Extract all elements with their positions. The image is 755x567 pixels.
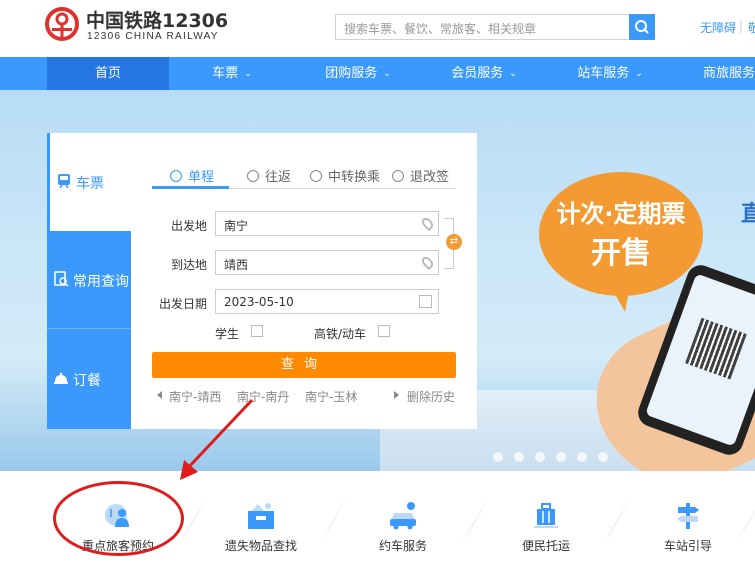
- radio-icon: [310, 170, 322, 182]
- carousel-dot[interactable]: [598, 452, 608, 462]
- service-station-guide[interactable]: 车站引导: [618, 471, 755, 567]
- mode-refund-change[interactable]: 退改签: [392, 166, 449, 185]
- nav-home[interactable]: 首页: [47, 57, 169, 90]
- carousel-dot[interactable]: [556, 452, 566, 462]
- nav-group-service[interactable]: 团购服务 ⌄: [295, 57, 421, 90]
- search-icon: [635, 20, 649, 34]
- location-pin-icon: [419, 215, 436, 232]
- annotation-circle: [53, 481, 184, 556]
- to-label: 到达地: [170, 258, 207, 272]
- history-next-icon[interactable]: [394, 391, 399, 399]
- lost-item-icon: [248, 503, 274, 529]
- from-label: 出发地: [170, 219, 207, 233]
- banner-subheadline: 开售: [591, 236, 651, 271]
- mode-round-trip[interactable]: 往返: [247, 166, 291, 185]
- banner-edge-text: 直: [741, 202, 755, 227]
- gaotie-checkbox[interactable]: [378, 325, 390, 337]
- search-button[interactable]: [629, 14, 655, 40]
- gaotie-label: 高铁/动车: [314, 327, 367, 341]
- header-next-link[interactable]: 敬: [748, 19, 755, 36]
- mode-one-way[interactable]: 单程: [170, 166, 214, 185]
- query-icon: [54, 270, 69, 287]
- service-luggage[interactable]: 便民托运: [476, 471, 616, 567]
- swap-stations-button[interactable]: ⇄: [446, 234, 462, 250]
- search-input[interactable]: 搜索车票、餐饮、常旅客、相关规章: [335, 14, 629, 40]
- history-prev-icon[interactable]: [157, 391, 162, 399]
- bell-icon: [54, 372, 68, 384]
- car-icon: [390, 502, 416, 530]
- calendar-icon: [419, 295, 432, 308]
- nav-tickets[interactable]: 车票 ⌄: [169, 57, 295, 90]
- carousel-dot[interactable]: [514, 452, 524, 462]
- query-button[interactable]: 查询: [152, 352, 456, 378]
- nav-business-service[interactable]: 商旅服务⌄: [673, 57, 755, 90]
- ticket-search-panel: 车票 常用查询 订餐 单程 往返 中转换乘 退改签 出发地 南宁 到达地 靖西 …: [47, 133, 477, 429]
- location-pin-icon: [419, 254, 436, 271]
- accessibility-link[interactable]: 无障碍: [700, 19, 736, 36]
- tab-order-meal[interactable]: 订餐: [47, 329, 131, 429]
- to-station-input[interactable]: 靖西: [215, 250, 439, 275]
- date-label: 出发日期: [158, 297, 207, 311]
- from-station-input[interactable]: 南宁: [215, 211, 439, 236]
- history-item[interactable]: 南宁-玉林: [305, 388, 357, 405]
- radio-icon: [170, 170, 182, 182]
- banner-headline: 计次·定期票: [556, 200, 686, 228]
- site-header: 中国铁路12306 12306 CHINA RAILWAY 搜索车票、餐饮、常旅…: [0, 0, 755, 57]
- nav-member-service[interactable]: 会员服务 ⌄: [421, 57, 547, 90]
- main-nav: 首页 车票⌄ 团购服务⌄ 会员服务⌄ 站车服务⌄ 商旅服务⌄: [0, 57, 755, 90]
- service-car-booking[interactable]: 约车服务: [333, 471, 473, 567]
- student-checkbox[interactable]: [251, 325, 263, 337]
- train-icon: [58, 174, 70, 189]
- nav-station-service[interactable]: 站车服务 ⌄: [547, 57, 673, 90]
- carousel-dot[interactable]: [493, 452, 503, 462]
- carousel-dot[interactable]: [535, 452, 545, 462]
- logo-title[interactable]: 中国铁路12306: [86, 6, 228, 33]
- chevron-down-icon: ⌄: [635, 69, 643, 79]
- clear-history-link[interactable]: 删除历史: [407, 388, 455, 405]
- speech-bubble-tail: [607, 280, 631, 312]
- logo-subtitle: 12306 CHINA RAILWAY: [87, 31, 219, 42]
- radio-icon: [392, 170, 404, 182]
- carousel-dot[interactable]: [577, 452, 587, 462]
- chevron-down-icon: ⌄: [509, 69, 517, 79]
- radio-icon: [247, 170, 259, 182]
- annotation-arrow-icon: [180, 398, 254, 480]
- departure-date-input[interactable]: 2023-05-10: [215, 289, 439, 314]
- signpost-icon: [677, 503, 699, 529]
- phone-screen: [645, 273, 755, 447]
- railway-logo-icon[interactable]: [44, 6, 80, 42]
- tab-tickets[interactable]: 车票: [47, 133, 131, 231]
- chevron-down-icon: ⌄: [244, 69, 252, 79]
- mode-transfer[interactable]: 中转换乘: [310, 166, 380, 185]
- student-label: 学生: [215, 327, 240, 341]
- tab-common-query[interactable]: 常用查询: [47, 231, 131, 329]
- mode-active-indicator: [152, 186, 229, 189]
- header-separator: |: [739, 19, 744, 33]
- chevron-down-icon: ⌄: [383, 69, 391, 79]
- luggage-icon: [534, 503, 558, 528]
- qr-code-icon: [685, 317, 747, 380]
